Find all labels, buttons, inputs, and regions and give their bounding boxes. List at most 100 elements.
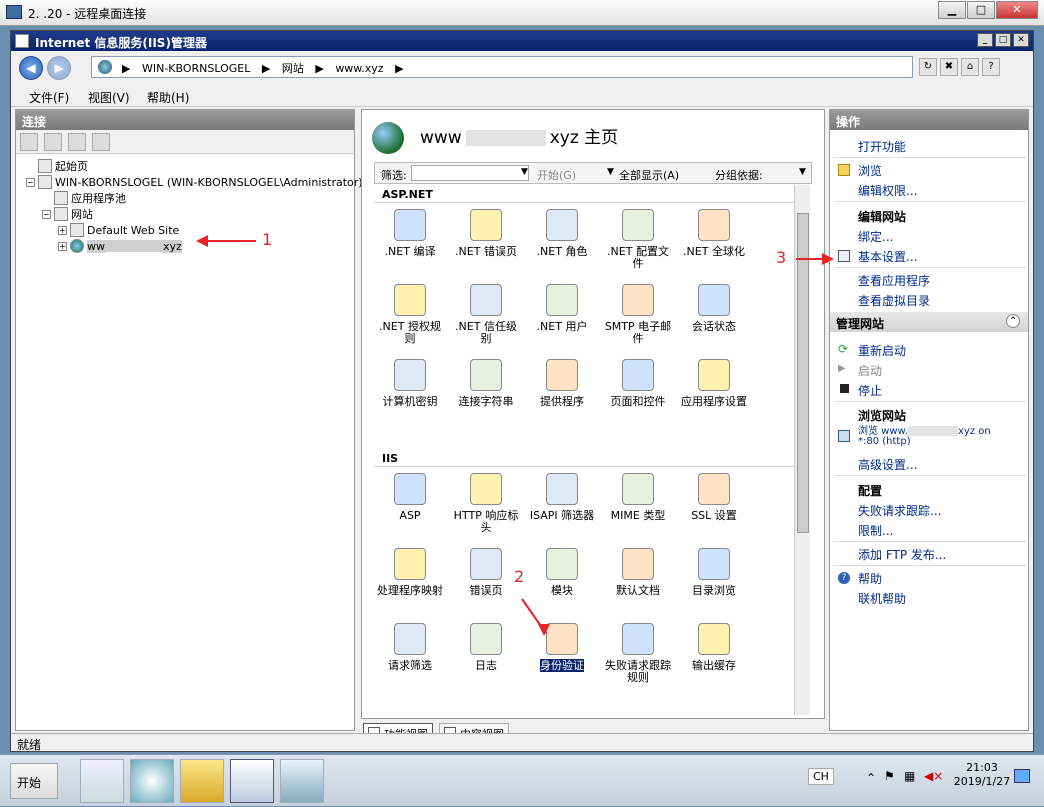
feature-aspnet-3[interactable]: .NET 配置文件 [602, 209, 674, 270]
taskbar-app-notepad[interactable] [280, 759, 324, 803]
action-browse[interactable]: 浏览 [858, 162, 882, 179]
feature-aspnet-2[interactable]: .NET 角色 [526, 209, 598, 258]
forward-button[interactable]: ▶ [47, 56, 71, 80]
start-button[interactable]: 开始 [10, 763, 58, 799]
tray-expand-icon[interactable]: ⌃ [866, 771, 876, 785]
help-icon[interactable]: ? [982, 58, 1000, 76]
filter-input[interactable] [411, 165, 529, 181]
taskbar-app-explorer[interactable] [180, 759, 224, 803]
feature-aspnet-10[interactable]: 计算机密钥 [374, 359, 446, 408]
action-browse-site-link-2[interactable]: *:80 (http) [858, 436, 911, 447]
feature-aspnet-12[interactable]: 提供程序 [526, 359, 598, 408]
save-icon[interactable] [44, 133, 62, 151]
action-failed-request-tracing[interactable]: 失败请求跟踪... [858, 502, 941, 519]
collapse-icon[interactable]: − [42, 209, 51, 219]
tree-node-server[interactable]: − WIN-KBORNSLOGEL (WIN-KBORNSLOGEL\Admin… [26, 174, 363, 190]
iis-maximize-button[interactable]: □ [995, 33, 1011, 47]
feature-iis-14[interactable]: 输出缓存 [678, 623, 750, 672]
action-start[interactable]: 启动 [858, 362, 882, 379]
action-restart[interactable]: 重新启动 [858, 342, 906, 359]
feature-aspnet-1[interactable]: .NET 错误页 [450, 209, 522, 258]
action-view-vdirs[interactable]: 查看虚拟目录 [858, 292, 930, 309]
feature-aspnet-11[interactable]: 连接字符串 [450, 359, 522, 408]
action-browse-site-link[interactable]: 浏览 www. xyz on [858, 422, 991, 437]
action-bindings[interactable]: 绑定... [858, 228, 893, 245]
feature-aspnet-14[interactable]: 应用程序设置 [678, 359, 750, 408]
action-edit-permissions[interactable]: 编辑权限... [858, 182, 917, 199]
iis-close-button[interactable]: ✕ [1013, 33, 1029, 47]
show-all-button[interactable]: 全部显示(A) [619, 167, 679, 183]
language-indicator[interactable]: CH [808, 768, 834, 785]
rdp-maximize-button[interactable]: □ [967, 1, 995, 19]
feature-iis-9[interactable]: 目录浏览 [678, 548, 750, 597]
action-limits[interactable]: 限制... [858, 522, 893, 539]
tree-node-start-page[interactable]: 起始页 [38, 158, 88, 174]
action-basic-settings[interactable]: 基本设置... [858, 248, 917, 265]
action-open-feature[interactable]: 打开功能 [858, 138, 906, 155]
feature-iis-11[interactable]: 日志 [450, 623, 522, 672]
menu-view[interactable]: 视图(V) [88, 89, 130, 106]
expand-icon[interactable]: + [58, 225, 67, 235]
address-part-site[interactable]: www.xyz [335, 62, 383, 75]
feature-aspnet-4[interactable]: .NET 全球化 [678, 209, 750, 258]
show-desktop-icon[interactable] [1014, 769, 1030, 783]
action-help[interactable]: 帮助 [858, 570, 882, 587]
feature-aspnet-9[interactable]: 会话状态 [678, 284, 750, 333]
scrollbar-thumb[interactable] [797, 213, 809, 533]
action-view-applications[interactable]: 查看应用程序 [858, 272, 930, 289]
feature-iis-6[interactable]: 错误页 [450, 548, 522, 597]
refresh-icon[interactable]: ↻ [919, 58, 937, 76]
feature-iis-13[interactable]: 失败请求跟踪规则 [602, 623, 674, 684]
feature-iis-7[interactable]: 模块 [526, 548, 598, 597]
feature-aspnet-5[interactable]: .NET 授权规则 [374, 284, 446, 345]
address-part-sites[interactable]: 网站 [282, 62, 304, 75]
connect-icon[interactable] [20, 133, 38, 151]
up-folder-icon[interactable] [68, 133, 86, 151]
feature-aspnet-13[interactable]: 页面和控件 [602, 359, 674, 408]
rdp-close-button[interactable]: ✕ [996, 1, 1038, 19]
feature-iis-8[interactable]: 默认文档 [602, 548, 674, 597]
feature-iis-2[interactable]: ISAPI 筛选器 [526, 473, 598, 522]
feature-aspnet-7[interactable]: .NET 用户 [526, 284, 598, 333]
rdp-minimize-button[interactable]: ▁ [938, 1, 966, 19]
back-button[interactable]: ◀ [19, 56, 43, 80]
menu-file[interactable]: 文件(F) [29, 89, 69, 106]
action-stop[interactable]: 停止 [858, 382, 882, 399]
feature-iis-0[interactable]: ASP [374, 473, 446, 522]
start-filter-button[interactable]: 开始(G) [537, 167, 576, 183]
volume-muted-icon[interactable]: ◀× [924, 769, 943, 783]
taskbar-app-cloud[interactable] [130, 759, 174, 803]
collapse-icon[interactable]: − [26, 177, 35, 187]
clock[interactable]: 21:03 2019/1/27 [950, 761, 1014, 789]
action-advanced-settings[interactable]: 高级设置... [858, 456, 917, 473]
feature-aspnet-6[interactable]: .NET 信任级别 [450, 284, 522, 345]
tree-node-sites[interactable]: − 网站 [42, 206, 93, 222]
action-online-help[interactable]: 联机帮助 [858, 590, 906, 607]
dropdown-icon[interactable]: ▼ [799, 167, 806, 177]
dropdown-icon[interactable]: ▼ [607, 167, 614, 177]
dropdown-icon[interactable]: ▼ [521, 167, 528, 177]
collapse-icon[interactable]: ⌃ [1006, 314, 1020, 328]
iis-minimize-button[interactable]: _ [977, 33, 993, 47]
feature-iis-4[interactable]: SSL 设置 [678, 473, 750, 522]
feature-iis-3[interactable]: MIME 类型 [602, 473, 674, 522]
tree-node-default-site[interactable]: + Default Web Site [58, 222, 179, 238]
disconnect-icon[interactable] [92, 133, 110, 151]
taskbar-app-iis[interactable] [230, 759, 274, 803]
expand-icon[interactable]: + [58, 241, 67, 251]
address-bar[interactable]: ▶ WIN-KBORNSLOGEL ▶ 网站 ▶ www.xyz ▶ [91, 56, 913, 78]
feature-iis-1[interactable]: HTTP 响应标头 [450, 473, 522, 534]
feature-iis-12[interactable]: 身份验证 [526, 623, 598, 672]
tree-node-site-xyz[interactable]: + ww xyz [58, 238, 182, 254]
flag-icon[interactable]: ⚑ [884, 769, 895, 783]
taskbar-app-network[interactable] [80, 759, 124, 803]
stop-icon[interactable]: ✖ [940, 58, 958, 76]
feature-iis-5[interactable]: 处理程序映射 [374, 548, 446, 597]
tree-node-app-pools[interactable]: 应用程序池 [54, 190, 126, 206]
group-by-label[interactable]: 分组依据: [715, 167, 763, 183]
feature-aspnet-8[interactable]: SMTP 电子邮件 [602, 284, 674, 345]
home-icon[interactable]: ⌂ [961, 58, 979, 76]
feature-aspnet-0[interactable]: .NET 编译 [374, 209, 446, 258]
address-part-server[interactable]: WIN-KBORNSLOGEL [142, 62, 250, 75]
action-add-ftp[interactable]: 添加 FTP 发布... [858, 546, 946, 563]
